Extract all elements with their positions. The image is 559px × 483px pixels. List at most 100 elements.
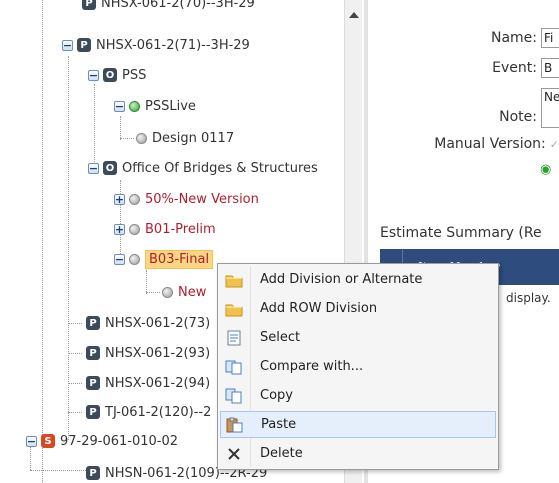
- tree-node-design-0117[interactable]: Design 0117: [136, 127, 234, 149]
- event-label: Event:: [492, 60, 537, 76]
- copy-icon: [220, 382, 248, 409]
- project-badge-icon: P: [86, 316, 100, 330]
- tree-connector-line: [146, 292, 160, 293]
- tree-connector-line: [68, 323, 82, 324]
- menu-item-label: Paste: [261, 417, 297, 432]
- folder-icon: [220, 295, 248, 322]
- tree-node-label: NHSX-061-2(73): [105, 315, 211, 331]
- event-input[interactable]: B: [541, 58, 559, 78]
- tree-node-label: NHSX-061-2(71)--3H-29: [96, 37, 250, 53]
- version-icon: [129, 223, 140, 235]
- tree-node-pss[interactable]: − O PSS: [88, 64, 146, 86]
- manual-version-row: Manual Version: ✓: [434, 136, 559, 152]
- tree-node-nhsx-94[interactable]: P NHSX-061-2(94): [86, 372, 210, 394]
- tree-node-nhsx-71[interactable]: − P NHSX-061-2(71)--3H-29: [62, 34, 250, 56]
- tree-connector-line: [30, 470, 90, 471]
- tree-node-b01-prelim[interactable]: + B01-Prelim: [114, 218, 216, 240]
- tree-node-label: Design 0117: [152, 130, 235, 146]
- tree-node-label: 97-29-061-010-02: [60, 433, 179, 449]
- tree-node-label: New: [178, 284, 207, 300]
- project-badge-icon: P: [82, 0, 96, 10]
- tree-node-new[interactable]: New: [162, 281, 206, 303]
- version-icon: [129, 193, 140, 205]
- tree-node-label: PSSLive: [145, 98, 196, 114]
- tree-node-nhsx-73[interactable]: P NHSX-061-2(73): [86, 312, 210, 334]
- tree-node-tj-120[interactable]: P TJ-061-2(120)--2: [86, 401, 211, 423]
- menu-item-delete[interactable]: Delete: [220, 440, 496, 467]
- name-field-row: Name: Fi: [491, 28, 559, 48]
- compare-icon: [220, 353, 248, 380]
- tree-node-label: TJ-061-2(120)--2: [105, 404, 212, 420]
- tree-connector-line: [94, 84, 95, 168]
- tree-connector-line: [146, 270, 147, 294]
- tree-node-nhsx-70[interactable]: P NHSX-061-2(70)--3H-29: [82, 0, 255, 14]
- note-textarea[interactable]: Ne: [541, 88, 559, 128]
- manual-version-label: Manual Version:: [434, 136, 546, 152]
- menu-item-label: Add ROW Division: [260, 301, 378, 316]
- version-icon: [162, 286, 173, 298]
- menu-item-copy[interactable]: Copy: [220, 382, 496, 409]
- menu-item-add-division[interactable]: Add Division or Alternate: [220, 266, 496, 293]
- tree-connector-line: [68, 383, 82, 384]
- tree-node-label-selected: B03-Final: [145, 249, 214, 269]
- collapse-icon[interactable]: −: [88, 69, 99, 81]
- menu-item-label: Delete: [260, 446, 303, 461]
- context-menu: Add Division or Alternate Add ROW Divisi…: [217, 263, 499, 470]
- delete-icon: [220, 440, 248, 467]
- name-label: Name:: [490, 30, 537, 46]
- tree-connector-line: [42, 0, 43, 483]
- note-field-row: Note: Ne: [499, 88, 559, 128]
- office-badge-icon: O: [103, 68, 117, 82]
- tree-node-label: NHSX-061-2(70)--3H-29: [101, 0, 255, 11]
- version-radio[interactable]: ◉: [540, 162, 551, 177]
- tree-connector-line: [68, 412, 82, 413]
- expand-icon[interactable]: +: [114, 223, 125, 235]
- tree-node-nhsx-93[interactable]: P NHSX-061-2(93): [86, 342, 210, 364]
- tree-connector-line: [120, 138, 134, 139]
- menu-item-label: Select: [260, 330, 301, 345]
- tree-node-50-new-version[interactable]: + 50%-New Version: [114, 188, 259, 210]
- scroll-up-arrow-icon[interactable]: [349, 12, 359, 18]
- tree-node-b03-final[interactable]: − B03-Final: [114, 248, 214, 270]
- menu-item-paste[interactable]: Paste: [220, 411, 496, 438]
- tree-node-label: 50%-New Version: [145, 191, 259, 207]
- collapse-icon[interactable]: −: [114, 100, 125, 112]
- collapse-icon[interactable]: −: [26, 435, 37, 447]
- tree-connector-line: [68, 353, 82, 354]
- menu-item-compare[interactable]: Compare with...: [220, 353, 496, 380]
- office-badge-icon: O: [103, 161, 117, 175]
- project-badge-icon: P: [86, 466, 100, 480]
- collapse-icon[interactable]: −: [114, 253, 125, 265]
- event-field-row: Event: B: [492, 58, 559, 78]
- tree-node-label: NHSX-061-2(93): [105, 345, 211, 361]
- project-badge-icon: P: [86, 376, 100, 390]
- tree-node-office-bridges[interactable]: − O Office Of Bridges & Structures: [88, 157, 318, 179]
- tree-node-label: PSS: [122, 67, 147, 83]
- menu-item-label: Add Division or Alternate: [260, 272, 423, 287]
- expand-icon[interactable]: +: [114, 193, 125, 205]
- active-version-icon: [129, 100, 140, 112]
- project-badge-icon: P: [86, 405, 100, 419]
- collapse-icon[interactable]: −: [62, 39, 73, 51]
- name-input[interactable]: Fi: [541, 28, 559, 48]
- project-badge-icon: P: [77, 38, 91, 52]
- menu-item-add-row-division[interactable]: Add ROW Division: [220, 295, 496, 322]
- note-label: Note:: [499, 109, 537, 125]
- folder-icon: [220, 266, 248, 293]
- empty-grid-message: display.: [506, 291, 551, 305]
- version-icon: [129, 253, 140, 265]
- tree-node-label: Office Of Bridges & Structures: [122, 160, 318, 176]
- collapse-icon[interactable]: −: [88, 162, 99, 174]
- estimate-summary-title: Estimate Summary (Re: [380, 225, 542, 241]
- tree-connector-line: [120, 116, 121, 140]
- tree-node-psslive[interactable]: − PSSLive: [114, 95, 196, 117]
- menu-item-label: Compare with...: [260, 359, 364, 374]
- menu-item-label: Copy: [260, 388, 293, 403]
- tree-node-label: NHSX-061-2(94): [105, 375, 211, 391]
- paste-icon: [221, 411, 249, 438]
- tree-node-97-29[interactable]: − S 97-29-061-010-02: [26, 430, 178, 452]
- manual-version-checkbox[interactable]: ✓: [550, 138, 559, 151]
- tree-node-label: B01-Prelim: [145, 221, 216, 237]
- select-icon: [220, 324, 248, 351]
- menu-item-select[interactable]: Select: [220, 324, 496, 351]
